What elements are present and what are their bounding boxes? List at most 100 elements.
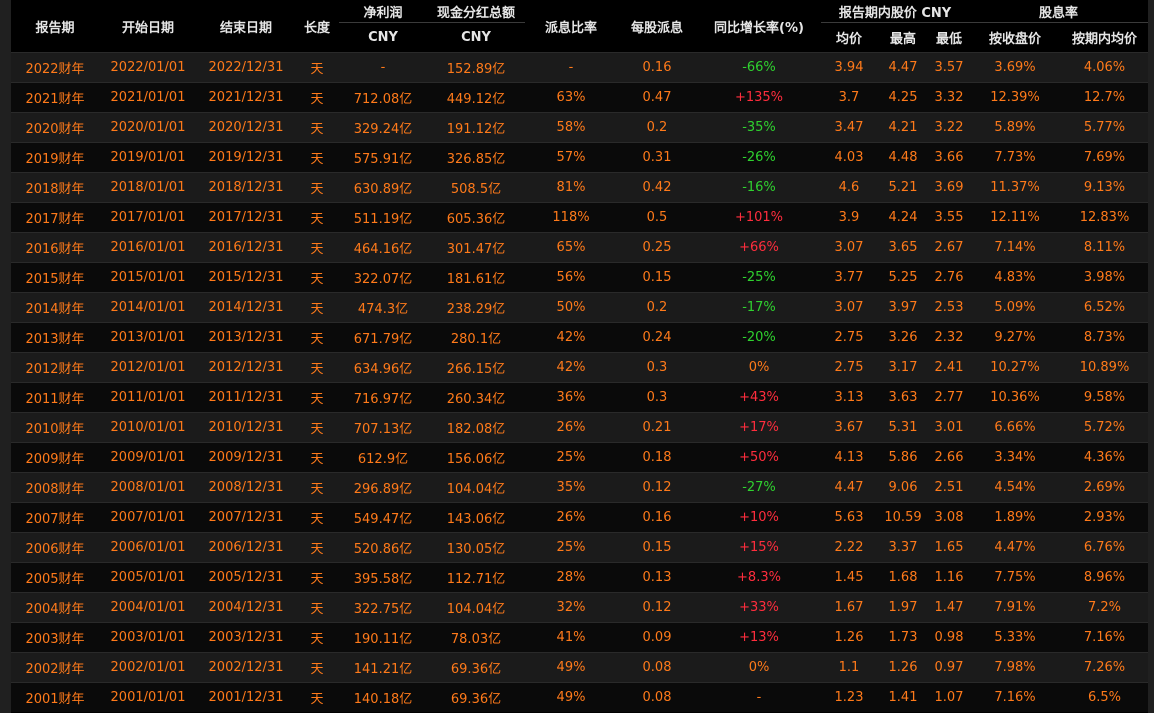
cell-yoy-growth: +50%	[697, 442, 821, 473]
cell-length: 天	[295, 172, 339, 203]
table-row[interactable]: 2006财年 2006/01/01 2006/12/31 天 520.86亿 130.05…	[11, 532, 1149, 563]
cell-start-date: 2021/01/01	[99, 82, 197, 113]
header-payout-ratio[interactable]: 派息比率	[525, 0, 617, 53]
cell-high-price: 4.47	[877, 52, 929, 83]
table-row[interactable]: 2007财年 2007/01/01 2007/12/31 天 549.47亿 143.06…	[11, 502, 1149, 533]
cell-yoy-growth: -27%	[697, 472, 821, 503]
header-low-price[interactable]: 最低	[929, 23, 969, 53]
header-avg-price[interactable]: 均价	[821, 23, 877, 53]
cell-end-date: 2016/12/31	[197, 232, 295, 263]
table-row[interactable]: 2010财年 2010/01/01 2010/12/31 天 707.13亿 182.08…	[11, 412, 1149, 443]
table-row[interactable]: 2011财年 2011/01/01 2011/12/31 天 716.97亿 260.34…	[11, 382, 1149, 413]
cell-low-price: 2.67	[929, 232, 970, 263]
cell-payout-ratio: 56%	[525, 262, 617, 293]
table-row[interactable]: 2019财年 2019/01/01 2019/12/31 天 575.91亿 326.85…	[11, 142, 1149, 173]
cell-period: 2014财年	[11, 292, 99, 323]
table-row[interactable]: 2022财年 2022/01/01 2022/12/31 天 -152.89亿 -0.16…	[11, 52, 1149, 83]
header-end-date[interactable]: 结束日期	[197, 0, 295, 53]
cell-yield-avg: 4.36%	[1061, 442, 1149, 473]
cell-period: 2018财年	[11, 172, 99, 203]
cell-dps: 0.21	[617, 412, 697, 443]
cell-net-profit: 329.24亿	[339, 112, 427, 143]
cell-start-date: 2020/01/01	[99, 112, 197, 143]
cell-avg-price: 1.23	[821, 682, 877, 712]
header-yoy-growth[interactable]: 同比增长率(%)	[697, 0, 821, 53]
cell-high-price: 3.97	[877, 292, 929, 323]
cell-low-price: 1.07	[929, 682, 970, 712]
cell-length: 天	[295, 262, 339, 293]
header-dps[interactable]: 每股派息	[617, 0, 697, 53]
cell-avg-price: 3.13	[821, 382, 877, 413]
cell-yield-close: 5.89%	[969, 112, 1062, 143]
cell-avg-price: 5.63	[821, 502, 877, 533]
table-row[interactable]: 2008财年 2008/01/01 2008/12/31 天 296.89亿 104.04…	[11, 472, 1149, 503]
cell-yield-avg: 8.96%	[1061, 562, 1149, 593]
cell-yield-avg: 7.26%	[1061, 652, 1149, 683]
table-row[interactable]: 2015财年 2015/01/01 2015/12/31 天 322.07亿 181.61…	[11, 262, 1149, 293]
cell-high-price: 3.26	[877, 322, 929, 353]
cell-cash-dividend: 266.15亿	[427, 352, 525, 383]
cell-low-price: 2.53	[929, 292, 970, 323]
table-row[interactable]: 2003财年 2003/01/01 2003/12/31 天 190.11亿 78.03亿…	[11, 622, 1149, 653]
header-period[interactable]: 报告期	[11, 0, 99, 53]
table-row[interactable]: 2004财年 2004/01/01 2004/12/31 天 322.75亿 104.04…	[11, 592, 1149, 623]
cell-yield-avg: 6.5%	[1061, 682, 1149, 712]
cell-net-profit: 549.47亿	[339, 502, 427, 533]
cell-low-price: 3.69	[929, 172, 970, 203]
cell-low-price: 2.66	[929, 442, 970, 473]
cell-period: 2009财年	[11, 442, 99, 473]
header-net-profit[interactable]: 净利润	[339, 0, 427, 23]
cell-yield-avg: 8.73%	[1061, 322, 1149, 353]
cell-yield-avg: 2.69%	[1061, 472, 1149, 503]
cell-length: 天	[295, 232, 339, 263]
table-row[interactable]: 2013财年 2013/01/01 2013/12/31 天 671.79亿 280.1亿…	[11, 322, 1149, 353]
cell-dps: 0.09	[617, 622, 697, 653]
cell-yoy-growth: -17%	[697, 292, 821, 323]
cell-net-profit: 395.58亿	[339, 562, 427, 593]
cell-low-price: 2.32	[929, 322, 970, 353]
table-row[interactable]: 2016财年 2016/01/01 2016/12/31 天 464.16亿 301.47…	[11, 232, 1149, 263]
cell-net-profit: 190.11亿	[339, 622, 427, 653]
table-row[interactable]: 2017财年 2017/01/01 2017/12/31 天 511.19亿 605.36…	[11, 202, 1149, 233]
cell-low-price: 1.65	[929, 532, 970, 563]
header-length[interactable]: 长度	[295, 0, 339, 53]
table-row[interactable]: 2020财年 2020/01/01 2020/12/31 天 329.24亿 191.12…	[11, 112, 1149, 143]
cell-payout-ratio: 35%	[525, 472, 617, 503]
table-row[interactable]: 2009财年 2009/01/01 2009/12/31 天 612.9亿 156.06亿…	[11, 442, 1149, 473]
cell-start-date: 2018/01/01	[99, 172, 197, 203]
cell-end-date: 2018/12/31	[197, 172, 295, 203]
header-high-price[interactable]: 最高	[877, 23, 929, 53]
cell-end-date: 2009/12/31	[197, 442, 295, 473]
header-cash-dividend[interactable]: 现金分红总额	[427, 0, 525, 23]
table-row[interactable]: 2014财年 2014/01/01 2014/12/31 天 474.3亿 238.29亿…	[11, 292, 1149, 323]
cell-period: 2022财年	[11, 52, 99, 83]
cell-yoy-growth: +66%	[697, 232, 821, 263]
table-row[interactable]: 2018财年 2018/01/01 2018/12/31 天 630.89亿 508.5亿…	[11, 172, 1149, 203]
cell-yield-close: 12.39%	[969, 82, 1062, 113]
cell-period: 2001财年	[11, 682, 99, 712]
table-row[interactable]: 2002财年 2002/01/01 2002/12/31 天 141.21亿 69.36亿…	[11, 652, 1149, 683]
header-start-date[interactable]: 开始日期	[99, 0, 197, 53]
cell-dps: 0.5	[617, 202, 697, 233]
cell-net-profit: 707.13亿	[339, 412, 427, 443]
cell-end-date: 2003/12/31	[197, 622, 295, 653]
cell-payout-ratio: 42%	[525, 352, 617, 383]
cell-start-date: 2012/01/01	[99, 352, 197, 383]
header-yield-close[interactable]: 按收盘价	[969, 23, 1061, 53]
cell-low-price: 3.66	[929, 142, 970, 173]
cell-period: 2016财年	[11, 232, 99, 263]
cell-yoy-growth: -	[697, 682, 821, 712]
cell-payout-ratio: 63%	[525, 82, 617, 113]
cell-yield-close: 11.37%	[969, 172, 1062, 203]
table-row[interactable]: 2021财年 2021/01/01 2021/12/31 天 712.08亿 449.12…	[11, 82, 1149, 113]
cell-yield-close: 3.69%	[969, 52, 1062, 83]
cell-length: 天	[295, 682, 339, 712]
cell-period: 2012财年	[11, 352, 99, 383]
cell-yield-avg: 5.77%	[1061, 112, 1149, 143]
header-yield-avg[interactable]: 按期内均价	[1061, 23, 1148, 53]
table-row[interactable]: 2005财年 2005/01/01 2005/12/31 天 395.58亿 112.71…	[11, 562, 1149, 593]
cell-end-date: 2014/12/31	[197, 292, 295, 323]
cell-dps: 0.12	[617, 472, 697, 503]
table-row[interactable]: 2012财年 2012/01/01 2012/12/31 天 634.96亿 266.15…	[11, 352, 1149, 383]
table-row[interactable]: 2001财年 2001/01/01 2001/12/31 天 140.18亿 69.36亿…	[11, 682, 1149, 712]
